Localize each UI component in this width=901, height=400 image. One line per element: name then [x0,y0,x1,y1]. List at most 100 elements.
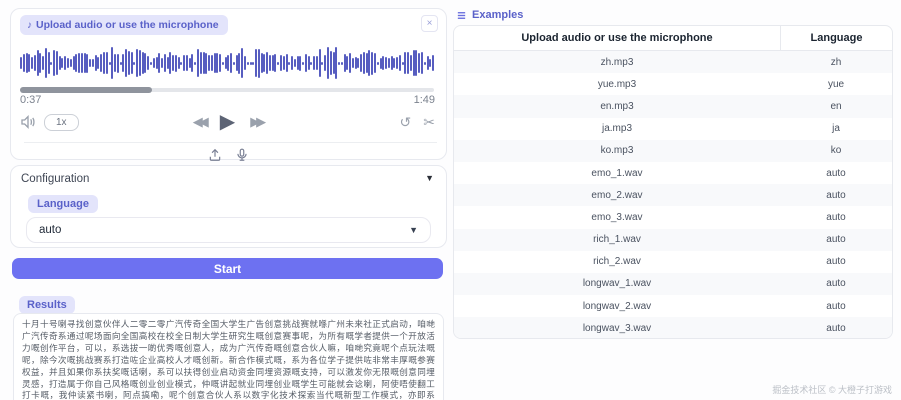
waveform-bar [81,53,83,73]
waveform-bar [377,62,379,65]
waveform-bar [424,62,426,65]
examples-header: Examples [456,9,523,21]
current-time: 0:37 [20,94,41,106]
waveform-bar [28,54,30,72]
example-row[interactable]: ko.mp3ko [454,140,892,162]
example-row[interactable]: longwav_3.wavauto [454,317,892,339]
waveform-bar [382,56,384,70]
example-row[interactable]: emo_1.wavauto [454,162,892,184]
waveform-bar [357,58,359,67]
waveform-bar [92,59,94,67]
waveform-bar [241,48,243,77]
waveform-bar [42,56,44,71]
list-icon [456,10,467,21]
waveform-bar [274,54,276,71]
waveform-bar [299,56,301,71]
example-audio-file: longwav_1.wav [454,278,780,289]
audio-progress-fill [20,87,152,93]
example-row[interactable]: longwav_2.wavauto [454,295,892,317]
waveform-bar [136,49,138,77]
language-selected-value: auto [27,224,61,236]
waveform-bar [247,62,249,65]
music-note-icon: ♪ [27,20,32,31]
example-language: auto [780,212,892,223]
example-audio-file: yue.mp3 [454,79,780,90]
example-row[interactable]: emo_3.wavauto [454,206,892,228]
waveform-bar [410,55,412,72]
example-audio-file: ja.mp3 [454,123,780,134]
example-language: auto [780,278,892,289]
waveform-bar [238,53,240,74]
waveform-bar [286,54,288,72]
waveform-bar [133,62,135,65]
example-row[interactable]: en.mp3en [454,95,892,117]
waveform-bar [363,52,365,73]
example-language: auto [780,323,892,334]
waveform-bar [26,53,28,72]
example-language: auto [780,301,892,312]
rewind-icon[interactable]: ◀◀ [193,114,205,130]
example-row[interactable]: yue.mp3yue [454,73,892,95]
configuration-accordion-header[interactable]: Configuration ▼ [11,166,446,190]
language-dropdown[interactable]: auto ▼ [26,217,431,243]
waveform-bar [380,58,382,69]
waveform-bar [266,52,268,74]
examples-table: Upload audio or use the microphone Langu… [453,25,893,339]
waveform-bar [305,54,307,72]
waveform-bar [100,54,102,73]
results-textbox[interactable]: 十月十号喇寻找创意伙伴人二零二零广汽传奇全国大学生广告创意挑战赛就喺广州未来社正… [13,313,444,400]
waveform-bar [407,52,409,74]
waveform-bar [197,49,199,76]
play-icon[interactable]: ▶ [220,112,235,132]
upload-icon[interactable] [208,148,222,162]
close-icon[interactable]: × [421,15,438,32]
results-label: Results [19,296,75,314]
microphone-icon[interactable] [235,148,249,162]
example-row[interactable]: rich_2.wavauto [454,251,892,273]
waveform-bar [219,54,221,72]
waveform-bar [402,62,404,65]
example-row[interactable]: rich_1.wavauto [454,229,892,251]
waveform-bar [272,55,274,71]
watermark-text: 掘金技术社区 © 大橙子打游戏 [772,383,892,396]
waveform-bar [95,55,97,71]
waveform-bar [427,56,429,70]
example-language: yue [780,79,892,90]
fast-forward-icon[interactable]: ▶▶ [250,114,262,130]
waveform-bar [250,62,252,65]
waveform-bar [114,54,116,73]
example-audio-file: emo_1.wav [454,168,780,179]
waveform-bar [208,55,210,70]
waveform-bar [106,52,108,74]
waveform-bar [297,56,299,71]
audio-progress-bar[interactable] [20,88,434,92]
waveform-bar [169,52,171,74]
waveform-bar [291,56,293,69]
waveform-bar [346,56,348,69]
example-row[interactable]: longwav_1.wavauto [454,273,892,295]
configuration-panel: Configuration ▼ Language auto ▼ [10,165,447,248]
waveform-bar [421,52,423,74]
waveform-bar [205,53,207,74]
waveform-bar [280,55,282,72]
waveform-bar [432,55,434,71]
example-row[interactable]: zh.mp3zh [454,51,892,73]
waveform-bar [180,62,182,65]
waveform-bar [142,52,144,74]
start-button[interactable]: Start [12,258,443,279]
waveform-bar [34,55,36,72]
results-text: 十月十号喇寻找创意伙伴人二零二零广汽传奇全国大学生广告创意挑战赛就喺广州未来社正… [22,319,435,400]
waveform-bar [178,57,180,69]
example-language: zh [780,57,892,68]
example-row[interactable]: emo_2.wavauto [454,184,892,206]
example-row[interactable]: ja.mp3ja [454,118,892,140]
waveform-bar [338,62,340,65]
waveform-bar [167,57,169,68]
waveform-bar [352,58,354,68]
audio-waveform[interactable] [20,42,437,84]
waveform-bar [61,58,63,68]
example-audio-file: longwav_2.wav [454,301,780,312]
waveform-bar [139,50,141,77]
waveform-bar [109,62,111,65]
waveform-bar [252,62,254,65]
